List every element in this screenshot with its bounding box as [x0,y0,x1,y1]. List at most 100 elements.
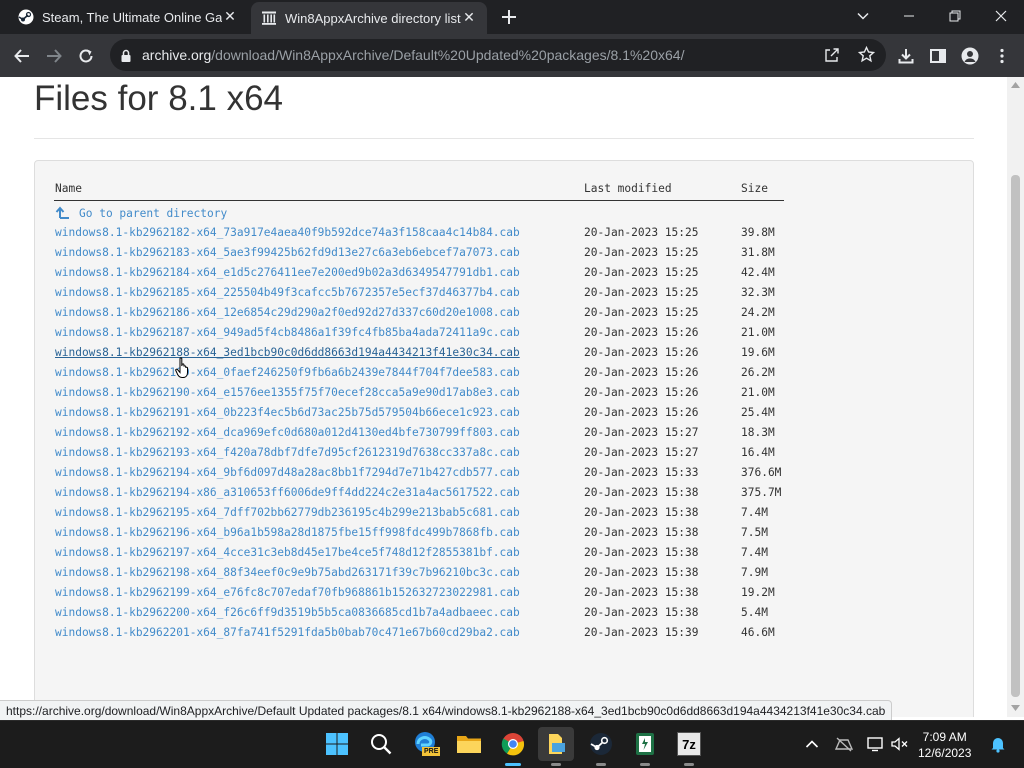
page-scrollbar[interactable] [1007,77,1024,717]
show-hidden-icons-button[interactable] [800,730,824,758]
file-modified: 20-Jan-2023 15:25 [584,306,699,319]
file-link[interactable]: windows8.1-kb2962198-x64_88f34eef0c9e9b7… [55,566,520,579]
file-size: 21.0M [741,326,775,339]
display-icon[interactable] [864,730,888,758]
file-link[interactable]: windows8.1-kb2962199-x64_e76fc8c707edaf7… [55,586,520,599]
tab-title: Win8AppxArchive directory listing [285,10,461,26]
file-link[interactable]: windows8.1-kb2962185-x64_225504b49f3cafc… [55,286,520,299]
file-link[interactable]: windows8.1-kb2962201-x64_87fa741f5291fda… [55,626,520,639]
file-link[interactable]: windows8.1-kb2962193-x64_f420a78dbf7dfe7… [55,446,520,459]
open-app-indicator [684,763,694,766]
file-link[interactable]: windows8.1-kb2962182-x64_73a917e4aea40f9… [55,226,520,239]
file-link[interactable]: windows8.1-kb2962196-x64_b96a1b598a28d18… [55,526,520,539]
table-row: windows8.1-kb2962186-x64_12e6854c29d290a… [35,306,973,326]
table-row: windows8.1-kb2962199-x64_e76fc8c707edaf7… [35,586,973,606]
seven-zip-label: 7z [682,736,696,752]
file-link[interactable]: windows8.1-kb2962197-x64_4cce31c3eb8d45e… [55,546,520,559]
network-icon[interactable] [832,730,856,758]
table-row: windows8.1-kb2962194-x64_9bf6d097d48a28a… [35,466,973,486]
reload-button[interactable] [72,42,100,70]
table-row: windows8.1-kb2962196-x64_b96a1b598a28d18… [35,526,973,546]
tab-archive[interactable]: Win8AppxArchive directory listing ✕ [251,2,487,34]
seven-zip-icon[interactable]: 7z [675,730,703,758]
steam-icon [18,9,34,25]
file-link[interactable]: windows8.1-kb2962190-x64_e1576ee1355f75f… [55,386,520,399]
volume-muted-icon[interactable] [888,730,912,758]
downloads-button[interactable] [892,42,920,70]
file-link[interactable]: windows8.1-kb2962187-x64_949ad5f4cb8486a… [55,326,520,339]
file-modified: 20-Jan-2023 15:38 [584,506,699,519]
table-row: windows8.1-kb2962194-x86_a310653ff6006de… [35,486,973,506]
file-link[interactable]: windows8.1-kb2962195-x64_7dff702bb62779d… [55,506,520,519]
scroll-thumb[interactable] [1011,175,1020,697]
column-header-size[interactable]: Size [741,182,768,195]
chrome-icon[interactable] [499,730,527,758]
browser-menu-button[interactable] [988,42,1016,70]
file-size: 39.8M [741,226,775,239]
back-arrow-icon [14,49,29,63]
restore-button[interactable] [932,0,978,32]
restore-icon [949,10,961,22]
tab-title: Steam, The Ultimate Online Game Platform [42,9,222,25]
close-icon[interactable]: ✕ [461,10,477,26]
back-button[interactable] [8,42,36,70]
notification-bell-icon[interactable] [986,730,1010,758]
file-link[interactable]: windows8.1-kb2962191-x64_0b223f4ec5b6d73… [55,406,520,419]
lock-icon[interactable] [120,48,132,67]
steam-icon[interactable] [587,730,615,758]
table-row: windows8.1-kb2962200-x64_f26c6ff9d3519b5… [35,606,973,626]
file-size: 7.9M [741,566,768,579]
parent-directory-link[interactable]: Go to parent directory [55,206,227,220]
file-explorer-icon[interactable] [455,730,483,758]
clock-time: 7:09 AM [922,730,967,744]
file-link[interactable]: windows8.1-kb2962186-x64_12e6854c29d290a… [55,306,520,319]
column-header-name[interactable]: Name [55,182,82,195]
file-modified: 20-Jan-2023 15:27 [584,426,699,439]
file-link[interactable]: windows8.1-kb2962194-x64_9bf6d097d48a28a… [55,466,520,479]
search-icon[interactable] [367,730,395,758]
minimize-button[interactable] [886,0,932,32]
heading-divider [34,138,974,139]
file-link[interactable]: windows8.1-kb2962189-x64_0faef246250f9fb… [55,366,520,379]
scroll-down-icon [1011,705,1020,711]
file-modified: 20-Jan-2023 15:38 [584,486,699,499]
parent-directory-label: Go to parent directory [79,206,228,220]
file-size: 16.4M [741,446,775,459]
file-manager-icon[interactable] [538,727,574,761]
tab-strip: Steam, The Ultimate Online Game Platform… [0,0,1024,34]
file-modified: 20-Jan-2023 15:25 [584,266,699,279]
system-clock[interactable]: 7:09 AM 12/6/2023 [918,729,971,761]
file-modified: 20-Jan-2023 15:38 [584,526,699,539]
kebab-menu-icon [1000,48,1004,64]
file-modified: 20-Jan-2023 15:25 [584,226,699,239]
profile-button[interactable] [956,42,984,70]
share-icon[interactable] [824,47,840,67]
reload-icon [79,49,93,63]
forward-button[interactable] [40,42,68,70]
file-size: 7.4M [741,546,768,559]
spreadsheet-app-icon[interactable] [631,730,659,758]
windows-start-icon[interactable] [323,730,351,758]
new-tab-button[interactable] [500,8,518,26]
bookmark-star-icon[interactable] [857,45,876,67]
file-link[interactable]: windows8.1-kb2962188-x64_3ed1bcb90c0d6dd… [55,346,520,359]
file-modified: 20-Jan-2023 15:26 [584,326,699,339]
file-link[interactable]: windows8.1-kb2962192-x64_dca969efc0d680a… [55,426,520,439]
close-icon[interactable]: ✕ [222,9,238,25]
url-text: archive.org/download/Win8AppxArchive/Def… [142,47,684,63]
address-bar[interactable]: archive.org/download/Win8AppxArchive/Def… [110,39,886,71]
file-link[interactable]: windows8.1-kb2962194-x86_a310653ff6006de… [55,486,520,499]
edge-preview-icon[interactable]: PRE [412,730,441,758]
forward-arrow-icon [47,49,62,63]
file-link[interactable]: windows8.1-kb2962200-x64_f26c6ff9d3519b5… [55,606,520,619]
file-modified: 20-Jan-2023 15:26 [584,406,699,419]
column-header-modified[interactable]: Last modified [584,182,672,195]
side-panel-button[interactable] [924,42,952,70]
close-window-button[interactable] [978,0,1024,32]
tab-steam[interactable]: Steam, The Ultimate Online Game Platform… [8,0,248,34]
tab-search-button[interactable] [840,0,886,32]
file-link[interactable]: windows8.1-kb2962183-x64_5ae3f99425b62fd… [55,246,520,259]
file-size: 19.2M [741,586,775,599]
close-icon [995,10,1007,22]
file-link[interactable]: windows8.1-kb2962184-x64_e1d5c276411ee7e… [55,266,520,279]
